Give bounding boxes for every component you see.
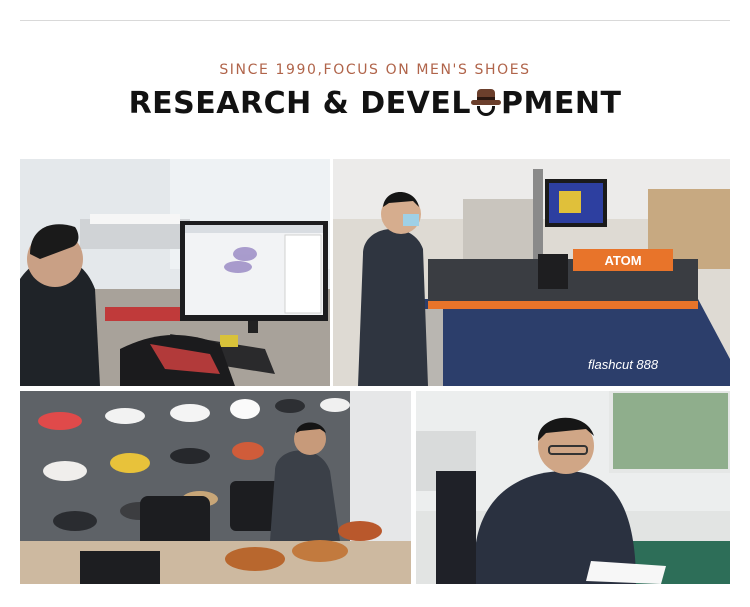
title-text-start: RESEARCH & DEVEL [128,86,471,121]
photo-designer-computer [20,159,330,386]
top-divider [20,20,730,21]
photo-worker-writing [416,391,730,584]
photo-cutting-machine: ATOM flashcut 888 [333,159,730,386]
photo-shoe-wall [20,391,411,584]
page-title: RESEARCH & DEVEL PMENT [0,86,750,121]
hat-logo-icon [471,89,501,117]
machine-brand-label: ATOM [604,253,641,268]
title-text-end: PMENT [501,86,622,121]
tagline: SINCE 1990,FOCUS ON MEN'S SHOES [219,62,531,78]
machine-model-label: flashcut 888 [588,357,659,372]
